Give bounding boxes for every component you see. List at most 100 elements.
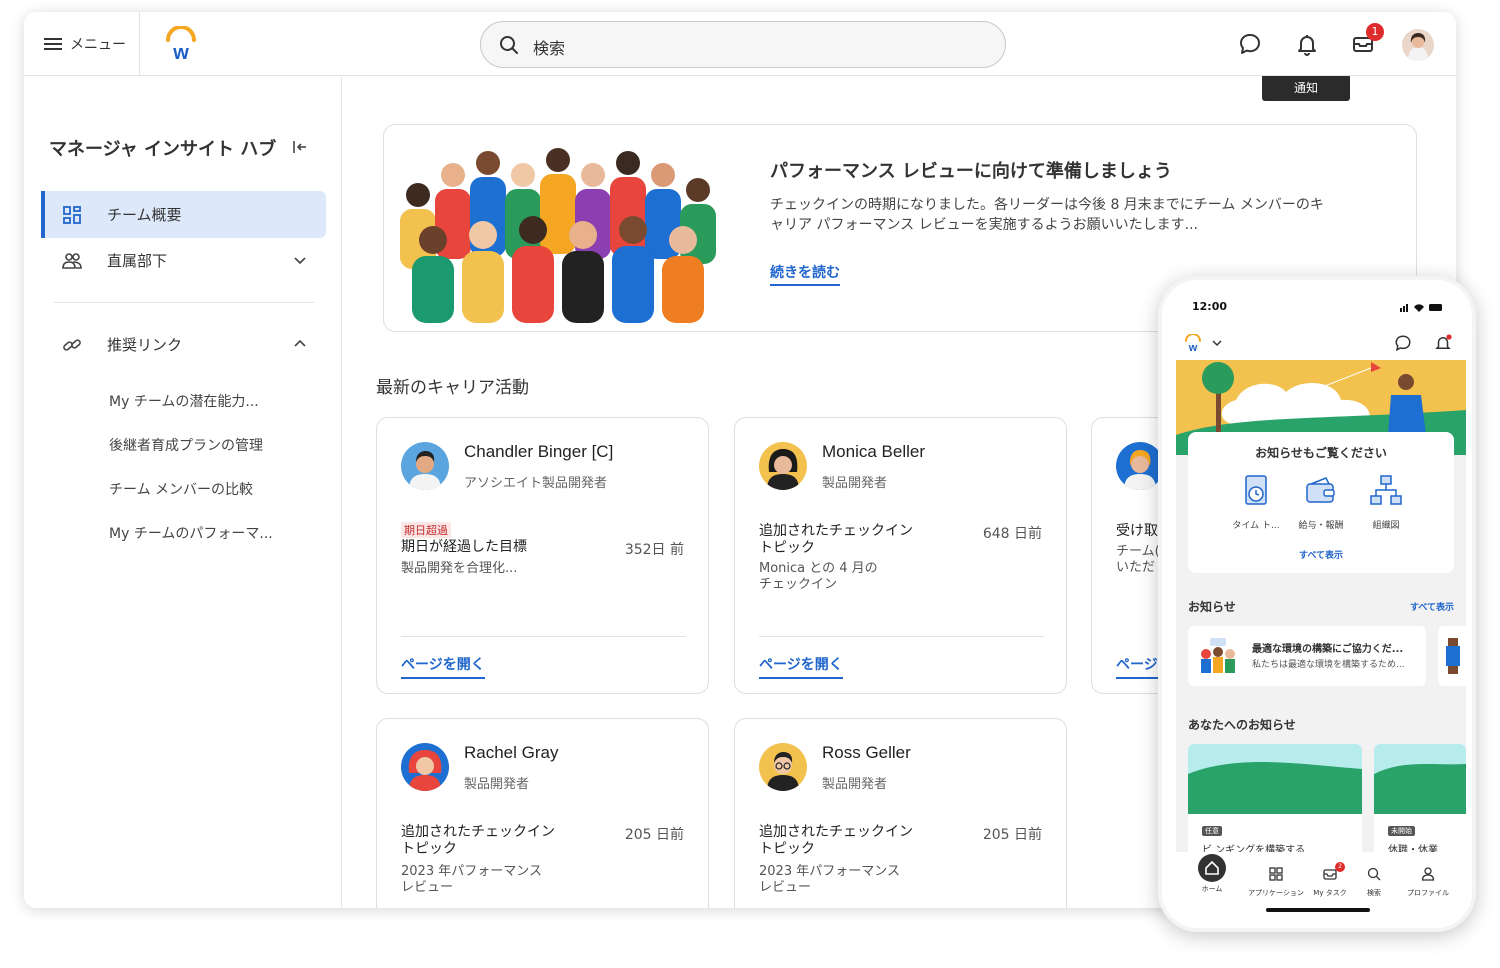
sidebar-item-direct-reports[interactable]: 直属部下: [41, 237, 326, 284]
avatar: [759, 442, 807, 490]
crowd-illustration: [400, 148, 716, 323]
open-page-link[interactable]: ページを開く: [401, 654, 485, 679]
clipboard-clock-icon: [1245, 475, 1267, 505]
sidebar-item-label: 直属部下: [107, 252, 168, 270]
org-chart-app[interactable]: 組織図: [1354, 472, 1418, 531]
news-item[interactable]: [1438, 626, 1466, 686]
person-photo-icon: [759, 743, 807, 791]
open-page-link[interactable]: ページ: [1116, 654, 1158, 679]
pay-app[interactable]: 給与・報酬: [1289, 472, 1353, 531]
overdue-badge: 期日超過: [401, 522, 451, 538]
chevron-down-icon[interactable]: [1212, 339, 1222, 347]
status-bar-icon: [1400, 304, 1442, 312]
activity-title: 追加されたチェックイン トピック: [759, 824, 913, 857]
optional-badge: 任意: [1202, 826, 1222, 836]
sidebar-link[interactable]: My チームの潜在能力...: [109, 391, 259, 411]
sidebar-link[interactable]: チーム メンバーの比較: [109, 479, 253, 499]
news-thumbnail: [1446, 638, 1460, 674]
divider: [759, 636, 1044, 637]
sidebar-item-label: チーム概要: [107, 206, 182, 224]
hamburger-icon: [44, 37, 62, 51]
link-icon: [63, 338, 81, 351]
activity-description: Monica との 4 月の チェックイン: [759, 561, 878, 592]
sidebar-item-label: 推奨リンク: [107, 336, 183, 354]
activity-title: 追加されたチェックイン トピック: [759, 523, 913, 556]
search-icon: [500, 36, 518, 54]
nav-home[interactable]: [1198, 854, 1226, 882]
app-label: タイム ト...: [1232, 521, 1280, 531]
sidebar-item-team-overview[interactable]: チーム概要: [41, 191, 326, 238]
person-name[interactable]: Rachel Gray: [464, 743, 558, 763]
chevron-down-icon[interactable]: [294, 254, 306, 266]
person-photo-icon: [1116, 442, 1164, 490]
sidebar-link[interactable]: 後継者育成プランの管理: [109, 435, 263, 455]
time-tracking-app[interactable]: タイム ト...: [1224, 472, 1288, 531]
nav-label: ホーム: [1201, 885, 1223, 893]
announcements-card: お知らせもご覧ください タイム ト... 給与・報酬 組織図 すべて表示: [1188, 432, 1454, 573]
avatar[interactable]: [1402, 29, 1434, 61]
activity-age: 205 日前: [624, 827, 684, 843]
bell-icon[interactable]: [1434, 334, 1452, 352]
search-input[interactable]: 検索: [533, 35, 565, 59]
for-you-tile[interactable]: 未開始 休職・休業: [1374, 744, 1466, 856]
not-started-badge: 未開始: [1388, 826, 1415, 836]
nav-label: 検索: [1367, 889, 1381, 897]
activity-title: 期日が経過した目標: [401, 539, 527, 555]
tile-illustration: [1374, 744, 1466, 814]
person-name[interactable]: Chandler Binger [C]: [464, 442, 613, 462]
activity-age: 648 日前: [982, 526, 1042, 542]
person-role: アソシエイト製品開発者: [464, 476, 608, 491]
sidebar: マネージャ インサイト ハブ チーム概要 直属部下 推奨リンク My チームの潜…: [24, 77, 342, 908]
divider: [139, 12, 140, 76]
avatar: [401, 743, 449, 791]
people-icon: [62, 252, 82, 269]
activity-age: 352日 前: [624, 542, 684, 558]
person-name[interactable]: Monica Beller: [822, 442, 925, 462]
phone-home-content: お知らせもご覧ください タイム ト... 給与・報酬 組織図 すべて表示 お知ら…: [1176, 360, 1466, 856]
sidebar-title: マネージャ インサイト ハブ: [49, 139, 277, 160]
section-title: 最新のキャリア活動: [376, 378, 529, 398]
news-title: 最適な環境の構築にご協力くだ...: [1252, 644, 1404, 655]
nav-label: プロファイル: [1407, 889, 1449, 897]
sidebar-link[interactable]: My チームのパフォーマ...: [109, 523, 273, 543]
for-you-tile[interactable]: 任意 ビ ンギングを構築する: [1188, 744, 1362, 856]
view-all-apps-link[interactable]: すべて表示: [1188, 548, 1454, 561]
career-activity-card: Rachel Gray 製品開発者 追加されたチェックイン トピック 205 日…: [376, 718, 709, 908]
chat-icon[interactable]: [1394, 334, 1412, 352]
avatar: [401, 442, 449, 490]
grid-icon: [63, 205, 81, 224]
nav-profile[interactable]: プロファイル: [1398, 866, 1458, 898]
divider: [54, 302, 314, 303]
nav-label: アプリケーション: [1248, 889, 1304, 897]
activity-description: 製品開発を合理化...: [401, 561, 518, 576]
person-photo-icon: [759, 442, 807, 490]
banner-title: パフォーマンス レビューに向けて準備しましょう: [770, 161, 1172, 182]
sidebar-item-recommended-links[interactable]: 推奨リンク: [41, 321, 326, 368]
person-name[interactable]: Ross Geller: [822, 743, 911, 763]
activity-title: 追加されたチェックイン トピック: [401, 824, 555, 857]
chevron-up-icon[interactable]: [294, 338, 306, 350]
bell-icon[interactable]: [1295, 32, 1319, 56]
open-page-link[interactable]: ページを開く: [759, 654, 843, 679]
nav-applications[interactable]: アプリケーション: [1246, 866, 1306, 898]
chat-icon[interactable]: [1238, 32, 1262, 56]
career-activity-card: Monica Beller 製品開発者 追加されたチェックイン トピック 648…: [734, 417, 1067, 694]
mobile-phone-mockup: 12:00 w お知らせもご覧ください タイム ト... 給与・報酬 組織図 す…: [1158, 276, 1476, 932]
workday-logo[interactable]: w: [1184, 334, 1202, 352]
news-item[interactable]: 最適な環境の構築にご協力くだ... 私たちは最適な環境を構築するため...: [1188, 626, 1426, 686]
top-bar: メニュー w 検索 1 通知: [24, 12, 1456, 101]
org-chart-icon: [1370, 475, 1402, 505]
news-view-all-link[interactable]: すべて表示: [1410, 600, 1454, 613]
home-indicator: [1266, 908, 1370, 912]
person-role: 製品開発者: [822, 476, 888, 491]
banner-body: チェックインの時期になりました。各リーダーは今後 8 月末までにチーム メンバー…: [770, 197, 1324, 233]
workday-logo[interactable]: w: [164, 26, 198, 62]
person-role: 製品開発者: [464, 777, 530, 792]
menu-button[interactable]: メニュー: [44, 32, 126, 56]
read-more-link[interactable]: 続きを読む: [770, 262, 840, 286]
nav-search[interactable]: 検索: [1344, 866, 1404, 898]
collapse-sidebar-icon[interactable]: [292, 139, 308, 155]
search-bar[interactable]: 検索: [480, 21, 1006, 68]
avatar: [1116, 442, 1164, 490]
career-activity-card: Ross Geller 製品開発者 追加されたチェックイン トピック 205 日…: [734, 718, 1067, 908]
